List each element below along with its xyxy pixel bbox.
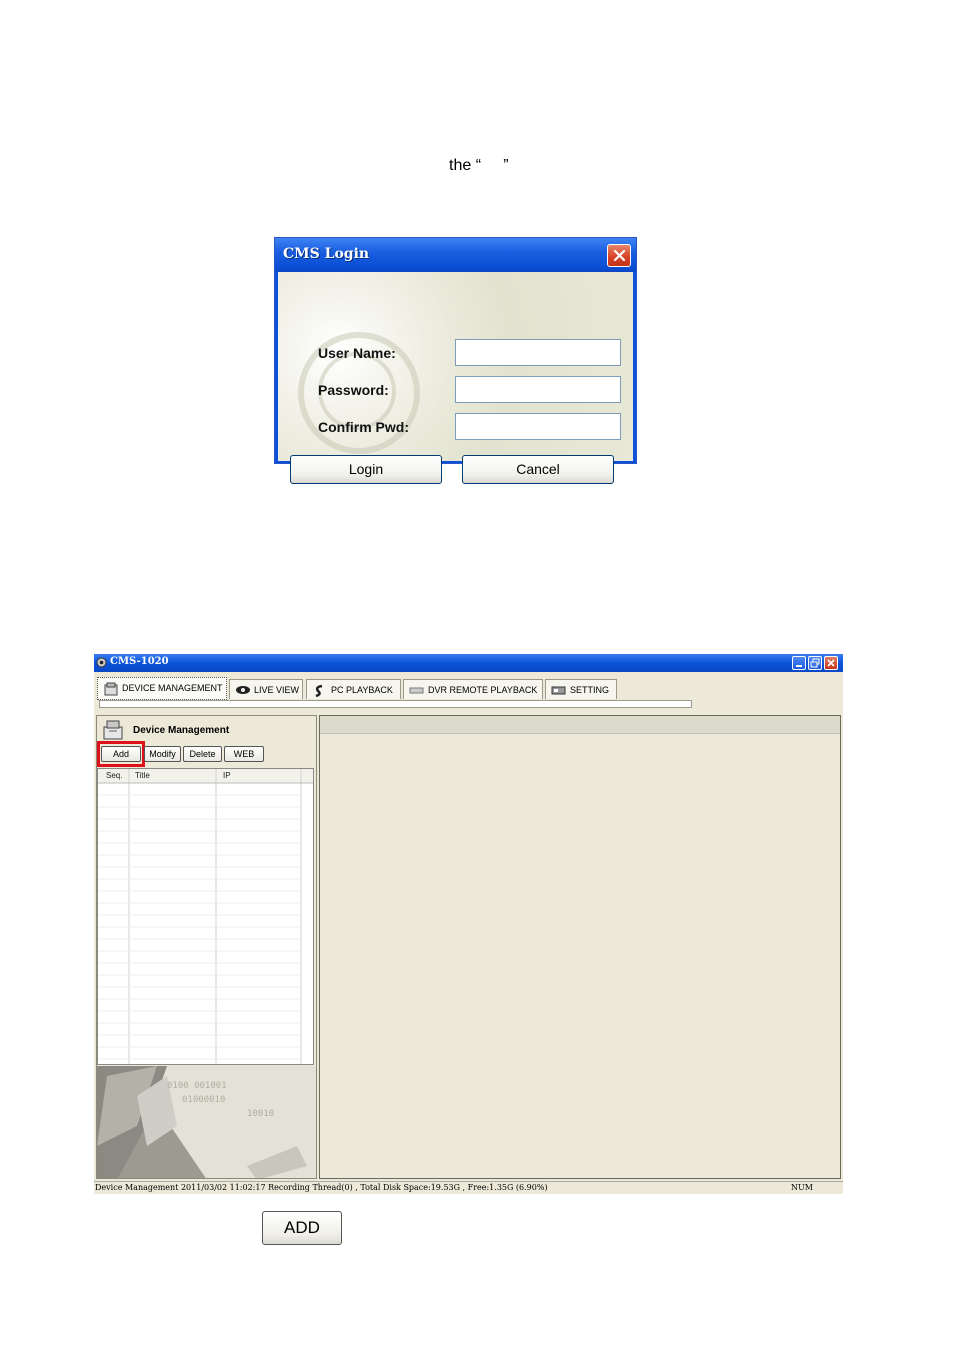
password-label: Password: <box>318 382 389 398</box>
password-field[interactable] <box>455 376 621 403</box>
close-icon[interactable] <box>607 244 631 267</box>
eye-icon <box>236 686 250 694</box>
device-list-panel: Device Management Add Modify Delete WEB <box>96 715 317 1179</box>
setting-icon <box>551 686 566 695</box>
column-header-title[interactable]: Title <box>135 770 150 782</box>
login-body: User Name: Password: Confirm Pwd: Login … <box>278 272 633 484</box>
tab-dvr-remote-playback[interactable]: DVR REMOTE PLAYBACK <box>403 679 543 699</box>
tab-pc-playback[interactable]: PC PLAYBACK <box>306 679 401 699</box>
restore-icon[interactable] <box>808 656 822 670</box>
playback-icon <box>315 684 323 698</box>
login-title: CMS Login <box>283 246 370 262</box>
svg-text:01000010: 01000010 <box>182 1095 225 1105</box>
add-button-large[interactable]: ADD <box>262 1211 342 1245</box>
status-text: Device Management 2011/03/02 11:02:17 Re… <box>95 1183 548 1192</box>
panel-title: Device Management <box>133 725 230 736</box>
web-button[interactable]: WEB <box>224 746 264 762</box>
login-titlebar: CMS Login <box>275 238 636 272</box>
status-num-indicator: NUM <box>791 1183 813 1192</box>
add-button-highlight <box>97 741 145 767</box>
tab-live-view[interactable]: LIVE VIEW <box>229 679 303 699</box>
status-bar: Device Management 2011/03/02 11:02:17 Re… <box>94 1181 843 1194</box>
device-management-icon <box>104 682 118 696</box>
username-field[interactable] <box>455 339 621 366</box>
progress-bar <box>99 700 692 708</box>
content-area <box>319 715 841 1179</box>
tab-device-management[interactable]: DEVICE MANAGEMENT <box>97 677 227 700</box>
column-header-ip[interactable]: IP <box>223 770 231 782</box>
device-management-icon <box>103 720 123 740</box>
tab-label: LIVE VIEW <box>254 685 300 695</box>
username-label: User Name: <box>318 345 396 361</box>
tab-label: SETTING <box>570 685 610 695</box>
tab-label: DEVICE MANAGEMENT <box>122 683 223 693</box>
decorative-city-graphic: 0100 001001 01000010 10010 <box>97 1066 316 1178</box>
column-header-seq[interactable]: Seq. <box>106 770 122 782</box>
svg-text:0100 001001: 0100 001001 <box>167 1081 227 1091</box>
device-list-table[interactable]: Seq. Title IP <box>97 768 314 1065</box>
cancel-button[interactable]: Cancel <box>462 455 614 484</box>
delete-button[interactable]: Delete <box>183 746 222 762</box>
window-titlebar: CMS-1020 <box>94 654 843 672</box>
modify-button[interactable]: Modify <box>144 746 181 762</box>
tab-label: PC PLAYBACK <box>331 685 393 695</box>
intro-text: the “ ” <box>449 157 509 174</box>
app-icon <box>96 657 107 668</box>
svg-text:10010: 10010 <box>247 1109 274 1119</box>
window-close-icon[interactable] <box>824 656 838 670</box>
confirm-password-field[interactable] <box>455 413 621 440</box>
login-dialog: CMS Login User Name: Password: Confirm P… <box>274 237 637 484</box>
confirm-password-label: Confirm Pwd: <box>318 419 409 435</box>
tab-setting[interactable]: SETTING <box>545 679 617 699</box>
login-button[interactable]: Login <box>290 455 442 484</box>
cms-main-window: CMS-1020 DEVICE MANAGEMENT LIVE VIEW PC … <box>94 654 843 1194</box>
table-grid <box>98 769 313 1064</box>
minimize-icon[interactable] <box>792 656 806 670</box>
content-header <box>320 716 840 734</box>
window-title: CMS-1020 <box>110 656 169 667</box>
tab-label: DVR REMOTE PLAYBACK <box>428 685 538 695</box>
remote-playback-icon <box>409 687 424 694</box>
